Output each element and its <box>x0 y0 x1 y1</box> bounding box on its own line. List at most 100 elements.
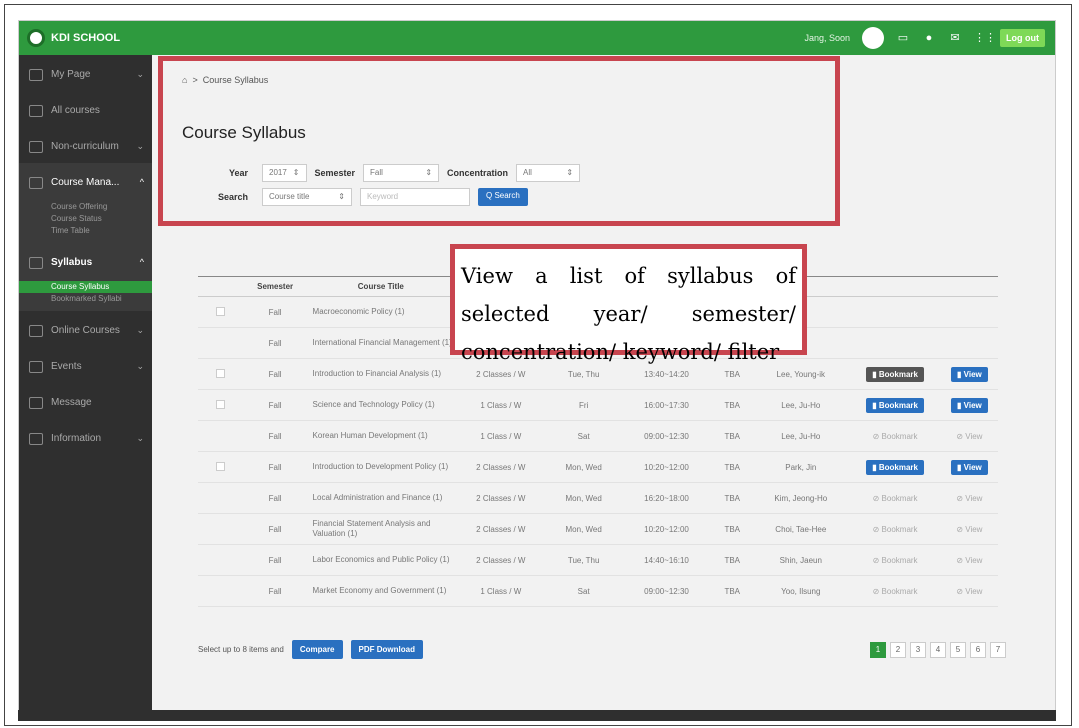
row-checkbox[interactable] <box>216 461 226 471</box>
table-row: Fall Local Administration and Finance (1… <box>198 482 998 514</box>
cell-days: Mon, Wed <box>546 513 621 545</box>
sidebar-item-label: Online Courses <box>51 325 120 336</box>
table-row: Fall Market Economy and Government (1) 1… <box>198 575 998 607</box>
view-button[interactable]: ⊘ View <box>956 525 982 534</box>
cell-course-title: Financial Statement Analysis and Valuati… <box>306 513 456 545</box>
bookmark-button[interactable]: ▮ Bookmark <box>866 459 924 475</box>
cell-room: TBA <box>712 389 753 421</box>
cell-semester: Fall <box>243 389 307 421</box>
table-row: Fall Korean Human Development (1) 1 Clas… <box>198 420 998 452</box>
view-button[interactable]: ⊘ View <box>956 587 982 596</box>
sidebar: My Page ⌄ All courses Non-curriculum ⌄ C… <box>19 55 152 720</box>
grid-icon[interactable]: ⋮⋮ <box>974 32 996 44</box>
cell-semester: Fall <box>243 451 307 483</box>
cell-days: Sat <box>546 575 621 607</box>
view-icon: ▮ <box>957 462 964 472</box>
monitor-icon[interactable]: ▭ <box>896 32 910 44</box>
sidebar-subitem-course-status[interactable]: Course Status <box>51 213 152 225</box>
sidebar-item-my-page[interactable]: My Page ⌄ <box>19 55 152 91</box>
select-instruction: Select up to 8 items and <box>198 645 284 654</box>
cell-credit: 2 Classes / W <box>455 513 547 545</box>
row-checkbox[interactable] <box>216 306 226 316</box>
chevron-down-icon: ⌄ <box>136 69 144 79</box>
bookmark-button[interactable]: ⊘ Bookmark <box>873 587 918 596</box>
sidebar-item-events[interactable]: Events ⌄ <box>19 347 152 383</box>
cell-time: 16:00~17:30 <box>620 389 713 421</box>
cell-credit: 2 Classes / W <box>455 451 547 483</box>
page-3[interactable]: 3 <box>910 641 926 658</box>
mail-icon[interactable]: ✉ <box>948 32 962 44</box>
top-right-menu: Jang, Soon ▭ ● ✉ ⋮⋮ Log out <box>804 27 1045 49</box>
sidebar-item-all-courses[interactable]: All courses <box>19 91 152 127</box>
bookmark-button[interactable]: ⊘ Bookmark <box>873 432 918 441</box>
bookmark-button[interactable]: ▮ Bookmark <box>866 366 924 382</box>
view-button[interactable]: ⊘ View <box>956 556 982 565</box>
view-button[interactable]: ⊘ View <box>956 432 982 441</box>
bookmark-button[interactable]: ⊘ Bookmark <box>873 525 918 534</box>
bookmark-icon: ⊘ <box>872 524 882 534</box>
view-button[interactable]: ▮ View <box>951 397 988 413</box>
compare-button[interactable]: Compare <box>291 640 343 659</box>
school-logo[interactable]: KDI SCHOOL <box>27 29 120 47</box>
cell-course-title: Science and Technology Policy (1) <box>306 389 456 421</box>
sidebar-item-message[interactable]: Message <box>19 383 152 419</box>
view-button[interactable]: ⊘ View <box>956 494 982 503</box>
bookmark-button[interactable]: ⊘ Bookmark <box>873 556 918 565</box>
chevron-up-icon: ^ <box>139 257 144 267</box>
sidebar-subitem-course-offering[interactable]: Course Offering <box>51 201 152 213</box>
page-4[interactable]: 4 <box>930 641 946 658</box>
page-2[interactable]: 2 <box>890 641 906 658</box>
cell-credit: 2 Classes / W <box>455 544 547 576</box>
sidebar-subitem-course-syllabus[interactable]: Course Syllabus <box>19 281 152 293</box>
cell-semester: Fall <box>243 420 307 452</box>
bookmark-button[interactable]: ⊘ Bookmark <box>873 494 918 503</box>
page-7[interactable]: 7 <box>990 641 1006 658</box>
cell-time: 09:00~12:30 <box>620 420 713 452</box>
user-icon <box>29 257 43 269</box>
sidebar-item-information[interactable]: Information ⌄ <box>19 419 152 455</box>
view-button[interactable]: ▮ View <box>951 459 988 475</box>
bookmark-icon: ▮ <box>872 369 879 379</box>
sidebar-subitem-time-table[interactable]: Time Table <box>51 225 152 237</box>
cell-course-title: Korean Human Development (1) <box>306 420 456 452</box>
sidebar-item-label: Syllabus <box>51 257 93 268</box>
page-1[interactable]: 1 <box>870 641 886 658</box>
table-footer: Select up to 8 items and Compare PDF Dow… <box>198 640 1006 659</box>
bookmark-icon: ▮ <box>872 400 879 410</box>
chevron-down-icon: ⌄ <box>136 361 144 371</box>
page-5[interactable]: 5 <box>950 641 966 658</box>
view-icon: ⊘ <box>956 555 966 565</box>
pdf-download-button[interactable]: PDF Download <box>350 640 423 659</box>
bell-icon[interactable]: ● <box>922 32 936 44</box>
sidebar-item-syllabus[interactable]: Syllabus ^ <box>19 243 152 279</box>
row-checkbox[interactable] <box>216 399 226 409</box>
cell-course-title: International Financial Management (1) <box>306 327 456 359</box>
view-icon: ▮ <box>957 400 964 410</box>
sidebar-item-label: Course Mana... <box>51 177 120 188</box>
sidebar-subitem-bookmarked-syllabi[interactable]: Bookmarked Syllabi <box>51 293 152 305</box>
sidebar-item-non-curriculum[interactable]: Non-curriculum ⌄ <box>19 127 152 163</box>
cell-credit: 1 Class / W <box>455 575 547 607</box>
user-icon <box>29 69 43 81</box>
avatar[interactable] <box>862 27 884 49</box>
cell-course-title: Labor Economics and Public Policy (1) <box>306 544 456 576</box>
row-checkbox[interactable] <box>216 368 226 378</box>
chevron-down-icon: ⌄ <box>136 433 144 443</box>
bookmark-icon: ⊘ <box>872 586 882 596</box>
bookmark-button[interactable]: ▮ Bookmark <box>866 397 924 413</box>
cell-professor: Yoo, Ilsung <box>752 575 850 607</box>
table-row: Fall Introduction to Development Policy … <box>198 451 998 483</box>
logout-button[interactable]: Log out <box>1000 29 1045 47</box>
cell-professor: Choi, Tae-Hee <box>752 513 850 545</box>
chevron-down-icon: ⌄ <box>136 325 144 335</box>
cell-semester: Fall <box>243 296 307 328</box>
sidebar-item-course-management[interactable]: Course Mana... ^ <box>19 163 152 199</box>
syllabus-submenu: Course Syllabus Bookmarked Syllabi <box>19 279 152 311</box>
sidebar-item-online-courses[interactable]: Online Courses ⌄ <box>19 311 152 347</box>
cell-time: 09:00~12:30 <box>620 575 713 607</box>
view-button[interactable]: ▮ View <box>951 366 988 382</box>
header-bookmark <box>849 276 941 297</box>
page-6[interactable]: 6 <box>970 641 986 658</box>
pagination: 1 2 3 4 5 6 7 <box>870 641 1006 658</box>
cell-course-title: Market Economy and Government (1) <box>306 575 456 607</box>
